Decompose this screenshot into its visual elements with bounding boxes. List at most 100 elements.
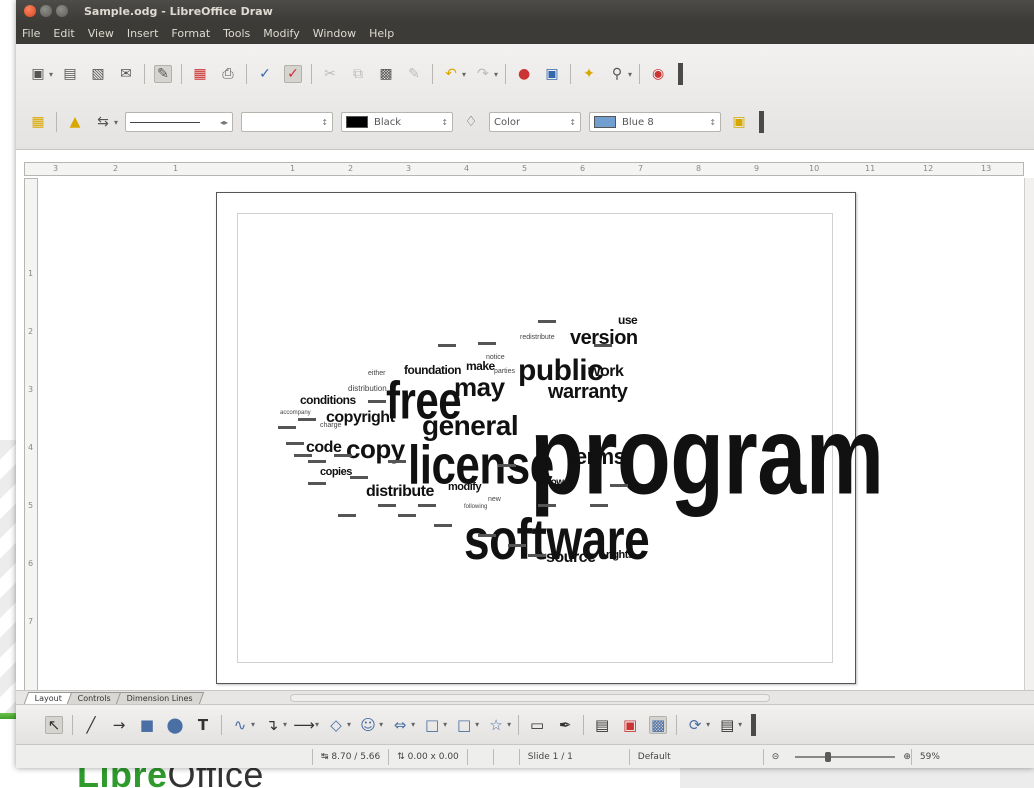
select-pointer-icon[interactable]: ↖ (45, 715, 63, 734)
area-icon[interactable]: ♢ (462, 113, 480, 131)
menu-edit[interactable]: Edit (53, 27, 74, 40)
line-style-select[interactable]: ◂▸ (125, 112, 234, 132)
basic-shapes-icon[interactable]: ◇ (327, 716, 345, 734)
zoom-out-button[interactable]: ⊝ (762, 748, 788, 765)
zoom-level[interactable]: 59% (910, 748, 948, 765)
fontwork-icon[interactable]: ▤ (593, 716, 611, 734)
symbol-shapes-dropdown-icon[interactable]: ▾ (379, 720, 383, 729)
image-icon[interactable]: ▣ (543, 65, 561, 83)
toolbar-grip[interactable] (759, 111, 765, 133)
vertical-ruler[interactable]: 1 2 3 4 5 6 7 (24, 178, 38, 693)
stars-dropdown-icon[interactable]: ▾ (507, 720, 511, 729)
menu-modify[interactable]: Modify (263, 27, 299, 40)
align-dropdown-icon[interactable]: ▾ (738, 720, 742, 729)
menu-window[interactable]: Window (313, 27, 356, 40)
tab-controls[interactable]: Controls (67, 692, 123, 704)
redo-icon[interactable]: ↷ (474, 65, 492, 83)
text-tool-icon[interactable]: T (194, 716, 212, 734)
new-dropdown-icon[interactable]: ▾ (49, 70, 53, 79)
chart-icon[interactable]: ● (515, 65, 533, 83)
minimize-window-button[interactable] (40, 5, 52, 17)
callouts-dropdown-icon[interactable]: ▾ (475, 720, 479, 729)
help-icon[interactable]: ◉ (649, 65, 667, 83)
maximize-window-button[interactable] (56, 5, 68, 17)
flowchart-dropdown-icon[interactable]: ▾ (443, 720, 447, 729)
styles-formatting-icon[interactable]: ▦ (29, 113, 47, 131)
copy-icon[interactable]: ⧉ (349, 65, 367, 83)
glue-points-icon[interactable]: ✒ (556, 716, 574, 734)
horizontal-scrollbar[interactable] (290, 694, 771, 702)
area-style-select[interactable]: Color ↕ (489, 112, 582, 132)
zoom-in-button[interactable]: ⊕ (903, 752, 911, 762)
paste-icon[interactable]: ▩ (377, 65, 395, 83)
lines-arrows-icon[interactable]: ⟶ (293, 716, 315, 734)
menu-view[interactable]: View (88, 27, 114, 40)
menu-tools[interactable]: Tools (223, 27, 250, 40)
undo-dropdown-icon[interactable]: ▾ (462, 70, 466, 79)
area-style-spin-icon: ↕ (569, 117, 577, 127)
open-folder-icon[interactable]: ▤ (61, 65, 79, 83)
arrow-style-dropdown-icon[interactable]: ▾ (114, 118, 118, 127)
zoom-dropdown-icon[interactable]: ▾ (628, 70, 632, 79)
redo-dropdown-icon[interactable]: ▾ (494, 70, 498, 79)
curve-dropdown-icon[interactable]: ▾ (251, 720, 255, 729)
ruler-tick: 1 (290, 164, 296, 173)
transformations-dropdown-icon[interactable]: ▾ (706, 720, 710, 729)
callouts-icon[interactable]: □ (455, 716, 473, 734)
export-pdf-icon[interactable]: ▦ (191, 65, 209, 83)
autospell-icon[interactable]: ✓ (284, 65, 303, 83)
flowchart-icon[interactable]: □ (423, 716, 441, 734)
symbol-shapes-icon[interactable]: ☺ (359, 716, 377, 734)
spellcheck-icon[interactable]: ✓ (256, 65, 274, 83)
block-arrows-dropdown-icon[interactable]: ▾ (411, 720, 415, 729)
new-document-icon[interactable]: ▣ (29, 65, 47, 83)
toolbar-grip[interactable] (678, 63, 684, 85)
rectangle-icon[interactable]: ■ (138, 716, 156, 734)
close-window-button[interactable] (24, 5, 36, 17)
line-tool-icon[interactable]: ╱ (82, 716, 100, 734)
line-width-field[interactable]: ↕ (241, 112, 334, 132)
extrusion-icon[interactable]: ▩ (649, 715, 668, 734)
transformations-icon[interactable]: ⟳ (686, 716, 704, 734)
insert-image-icon[interactable]: ▣ (621, 716, 639, 734)
tab-layout[interactable]: Layout (23, 692, 74, 704)
arrow-style-icon[interactable]: ⇆ (94, 113, 112, 131)
toolbar-grip[interactable] (751, 713, 757, 736)
undo-icon[interactable]: ↶ (442, 65, 460, 83)
connector-icon[interactable]: ↴ (263, 716, 281, 734)
vertical-scrollbar[interactable] (1024, 178, 1034, 693)
lines-dropdown-icon[interactable]: ▾ (315, 720, 319, 729)
email-icon[interactable]: ✉ (117, 65, 135, 83)
horizontal-ruler[interactable]: 3 2 1 1 2 3 4 5 6 7 8 9 10 11 12 13 (24, 162, 1024, 176)
drawing-workspace[interactable]: 3 2 1 1 2 3 4 5 6 7 8 9 10 11 12 13 1 2 … (16, 150, 1034, 698)
menu-insert[interactable]: Insert (127, 27, 159, 40)
word-cloud-image[interactable]: program software license free public general m… (238, 214, 884, 664)
arrow-line-icon[interactable]: → (110, 716, 128, 734)
save-icon[interactable]: ▧ (89, 65, 107, 83)
cut-icon[interactable]: ✂ (321, 65, 339, 83)
slide-page[interactable]: program software license free public general m… (216, 192, 884, 684)
connector-dropdown-icon[interactable]: ▾ (283, 720, 287, 729)
edit-mode-icon[interactable]: ✎ (154, 65, 173, 83)
clone-formatting-icon[interactable]: ✎ (405, 65, 423, 83)
navigator-icon[interactable]: ✦ (580, 65, 598, 83)
curve-icon[interactable]: ∿ (231, 716, 249, 734)
basic-shapes-dropdown-icon[interactable]: ▾ (347, 720, 351, 729)
align-icon[interactable]: ▤ (718, 716, 736, 734)
menu-help[interactable]: Help (369, 27, 394, 40)
points-icon[interactable]: ▭ (528, 716, 546, 734)
line-icon[interactable]: ▲ (66, 113, 84, 131)
line-color-select[interactable]: Black ↕ (341, 112, 454, 132)
zoom-slider[interactable] (795, 751, 896, 762)
zoom-icon[interactable]: ⚲ (608, 65, 626, 83)
area-color-select[interactable]: Blue 8 ↕ (589, 112, 722, 132)
tab-dimension-lines[interactable]: Dimension Lines (116, 692, 205, 704)
ellipse-icon[interactable]: ⬤ (166, 716, 184, 734)
shadow-icon[interactable]: ▣ (730, 113, 748, 131)
title-bar: Sample.odg - LibreOffice Draw (16, 0, 1034, 22)
block-arrows-icon[interactable]: ⇔ (391, 716, 409, 734)
menu-file[interactable]: File (22, 27, 40, 40)
print-icon[interactable]: ⎙ (219, 65, 237, 83)
stars-icon[interactable]: ☆ (487, 716, 505, 734)
menu-format[interactable]: Format (171, 27, 210, 40)
